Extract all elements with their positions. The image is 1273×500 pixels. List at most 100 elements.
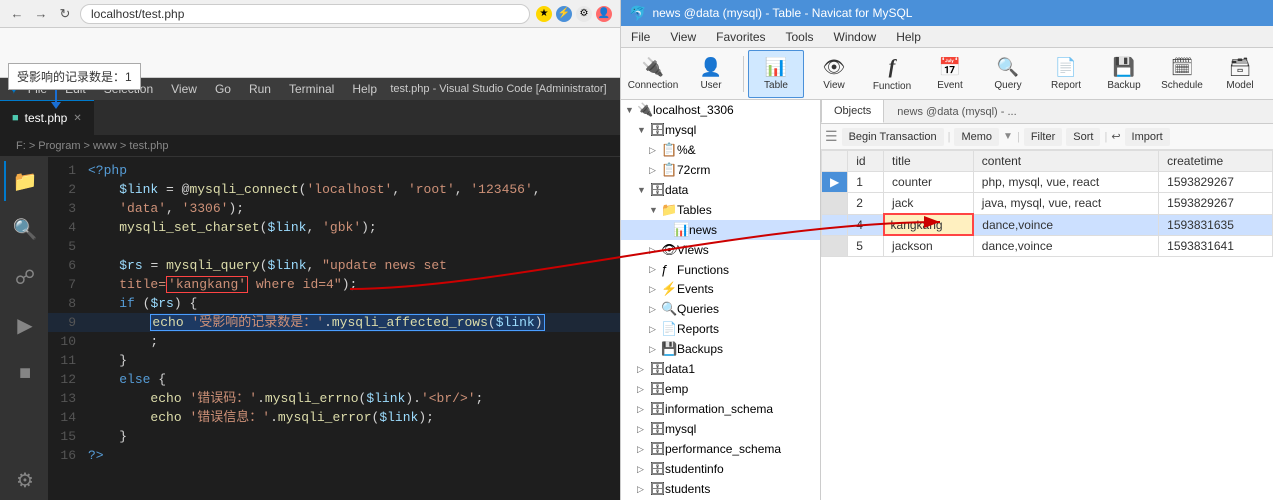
tree-item-performance-schema[interactable]: ▷ 🗄 performance_schema <box>621 439 820 459</box>
cell-id: 5 <box>848 235 884 257</box>
begin-transaction-btn[interactable]: Begin Transaction <box>842 128 944 146</box>
menu-run[interactable]: Run <box>241 78 279 100</box>
code-line-10: 10 ; <box>48 332 620 351</box>
tree-item-students[interactable]: ▷ 🗄 students <box>621 479 820 499</box>
url-bar[interactable] <box>80 4 530 24</box>
debug-icon[interactable]: ▶ <box>4 305 44 345</box>
tree-item-functions[interactable]: ▷ ƒ Functions <box>621 260 820 279</box>
row-marker <box>822 214 848 235</box>
toolbar-connection[interactable]: 🔌 Connection <box>625 50 681 98</box>
tab-close[interactable]: ✕ <box>73 113 81 124</box>
menu-go[interactable]: Go <box>207 78 239 100</box>
toolbar-function-label: Function <box>873 81 911 92</box>
cell-title: jackson <box>884 235 974 257</box>
tab-news-data[interactable]: news @data (mysql) - ... <box>884 100 1029 123</box>
extensions-icon[interactable]: ■ <box>4 353 44 393</box>
arrow-icon: ▼ <box>649 205 661 215</box>
arrow-icon: ▷ <box>637 364 649 375</box>
code-line-7: 7 title='kangkang' where id=4"); <box>48 275 620 294</box>
tab-objects[interactable]: Objects <box>821 100 884 123</box>
tree-item-mysql2[interactable]: ▷ 🗄 mysql <box>621 419 820 439</box>
toolbar-event[interactable]: 📅 Event <box>922 50 978 98</box>
cell-content: php, mysql, vue, react <box>973 172 1158 193</box>
tree-item-queries[interactable]: ▷ 🔍 Queries <box>621 299 820 319</box>
tree-item-views[interactable]: ▷ 👁 Views <box>621 240 820 260</box>
code-editor[interactable]: 1 <?php 2 $link = @mysqli_connect('local… <box>48 157 620 500</box>
toolbar-view[interactable]: 👁 View <box>806 50 862 98</box>
import-btn[interactable]: Import <box>1125 128 1170 146</box>
table-row[interactable]: 5 jackson dance,voince 1593831641 <box>822 235 1273 257</box>
navicat-tree[interactable]: ▼ 🔌 localhost_3306 ▼ 🗄 mysql ▷ 📋 %& ▷ 📋 … <box>621 100 821 500</box>
code-line-15: 15 } <box>48 427 620 446</box>
tree-item-data1[interactable]: ▷ 🗄 data1 <box>621 359 820 379</box>
toolbar-query[interactable]: 🔍 Query <box>980 50 1036 98</box>
explorer-icon[interactable]: 📁 <box>4 161 44 201</box>
toolbar-model-label: Model <box>1226 80 1253 91</box>
menu-file[interactable]: File <box>621 26 660 48</box>
sort-btn[interactable]: Sort <box>1066 128 1100 146</box>
menu-terminal[interactable]: Terminal <box>281 78 342 100</box>
menu-view[interactable]: View <box>163 78 205 100</box>
tree-item-localhost[interactable]: ▼ 🔌 localhost_3306 <box>621 100 820 120</box>
toolbar-table[interactable]: 📊 Table <box>748 50 804 98</box>
toolbar-user[interactable]: 👤 User <box>683 50 739 98</box>
search-sidebar-icon[interactable]: 🔍 <box>4 209 44 249</box>
tree-item-72crm[interactable]: ▷ 📋 72crm <box>621 160 820 180</box>
row-marker <box>822 193 848 215</box>
toolbar-model[interactable]: 🗃 Model <box>1212 50 1268 98</box>
menu-help[interactable]: Help <box>344 78 385 100</box>
menu-help[interactable]: Help <box>886 26 931 48</box>
arrow-icon: ▷ <box>649 324 661 335</box>
toolbar-function[interactable]: f Function <box>864 50 920 98</box>
toolbar-schedule[interactable]: 🗓 Schedule <box>1154 50 1210 98</box>
data-table: id title content createtime ▶ 1 counter … <box>821 150 1273 257</box>
db-icon: 🗄 <box>649 182 665 198</box>
menu-view[interactable]: View <box>660 26 706 48</box>
news-table-icon: 📊 <box>673 222 689 238</box>
table-icon: 📊 <box>765 57 787 78</box>
tree-item-studentinfo[interactable]: ▷ 🗄 studentinfo <box>621 459 820 479</box>
user-icon: 👤 <box>700 57 722 78</box>
tree-item-news[interactable]: 📊 news <box>621 220 820 240</box>
table-row[interactable]: ▶ 1 counter php, mysql, vue, react 15938… <box>822 172 1273 193</box>
tree-item-emp[interactable]: ▷ 🗄 emp <box>621 379 820 399</box>
db-icon: 🗄 <box>649 122 665 138</box>
data-table-container[interactable]: id title content createtime ▶ 1 counter … <box>821 150 1273 500</box>
refresh-button[interactable]: ↻ <box>56 5 74 23</box>
forward-button[interactable]: → <box>32 5 50 23</box>
tree-item-information-schema[interactable]: ▷ 🗄 information_schema <box>621 399 820 419</box>
tree-item-mysql[interactable]: ▼ 🗄 mysql <box>621 120 820 140</box>
tree-item-percent[interactable]: ▷ 📋 %& <box>621 140 820 160</box>
tree-item-reports[interactable]: ▷ 📄 Reports <box>621 319 820 339</box>
extension-icon: ⚡ <box>556 6 572 22</box>
tree-label: students <box>665 482 816 496</box>
tree-item-tables[interactable]: ▼ 📁 Tables <box>621 200 820 220</box>
toolbar-backup[interactable]: 💾 Backup <box>1096 50 1152 98</box>
menu-tools[interactable]: Tools <box>776 26 824 48</box>
code-line-14: 14 echo '错误信息：'.mysqli_error($link); <box>48 408 620 427</box>
git-icon[interactable]: ☍ <box>4 257 44 297</box>
toolbar-report[interactable]: 📄 Report <box>1038 50 1094 98</box>
memo-btn[interactable]: Memo <box>954 128 999 146</box>
filter-btn[interactable]: Filter <box>1024 128 1062 146</box>
breadcrumb: F: > Program > www > test.php <box>0 135 620 157</box>
tree-item-backups[interactable]: ▷ 💾 Backups <box>621 339 820 359</box>
menu-window[interactable]: Window <box>824 26 887 48</box>
back-button[interactable]: ← <box>8 5 26 23</box>
menu-favorites[interactable]: Favorites <box>706 26 775 48</box>
hamburger-icon: ☰ <box>825 128 838 145</box>
navicat-toolbar: 🔌 Connection 👤 User 📊 Table 👁 View f Fun… <box>621 48 1273 100</box>
vscode-panel: ← → ↻ ★ ⚡ ⚙ 👤 受影响的记录数是：1 ✦ File Edit Sel… <box>0 0 620 500</box>
cell-createtime: 1593831641 <box>1159 235 1273 257</box>
tree-item-data[interactable]: ▼ 🗄 data <box>621 180 820 200</box>
tab-testphp[interactable]: ■ test.php ✕ <box>0 100 94 135</box>
arrow-icon: ▼ <box>637 125 649 135</box>
table-row[interactable]: 2 jack java, mysql, vue, react 159382926… <box>822 193 1273 215</box>
col-createtime: createtime <box>1159 151 1273 172</box>
table-row-selected[interactable]: 4 kangkang dance,voince 1593831635 <box>822 214 1273 235</box>
flask-icon[interactable]: ⚙ <box>4 460 44 500</box>
report-icon: 📄 <box>661 321 677 337</box>
tree-item-events[interactable]: ▷ ⚡ Events <box>621 279 820 299</box>
table-icon: 📋 <box>661 142 677 158</box>
db-icon: 🗄 <box>649 381 665 397</box>
